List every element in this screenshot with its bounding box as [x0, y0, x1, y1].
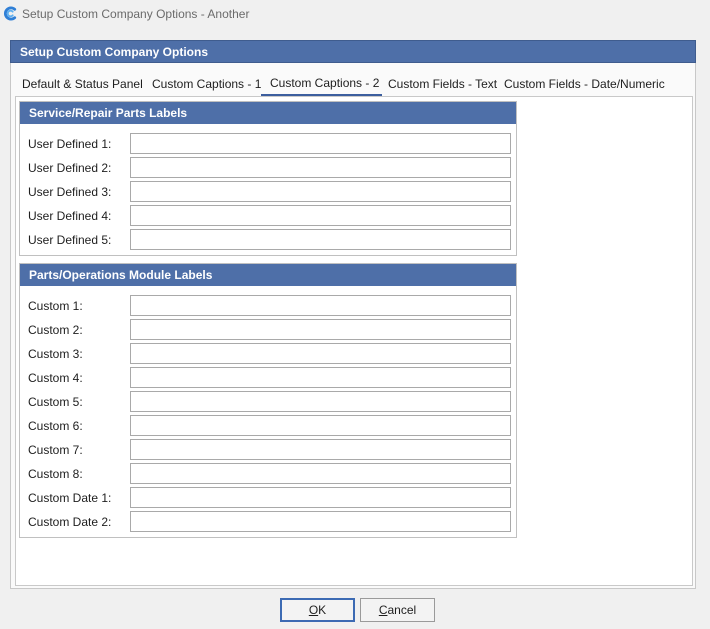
custom-date-1-input[interactable]	[130, 487, 511, 508]
ok-button-mnemonic: O	[308, 603, 319, 617]
field-row: Custom 2:	[20, 319, 516, 343]
user-defined-3-label: User Defined 3:	[28, 185, 112, 199]
custom-8-label: Custom 8:	[28, 467, 83, 481]
user-defined-3-input[interactable]	[130, 181, 511, 202]
field-row: Custom Date 1:	[20, 487, 516, 511]
custom-3-input[interactable]	[130, 343, 511, 364]
tab-custom-fields-text[interactable]: Custom Fields - Text	[388, 77, 497, 91]
tab-custom-captions-2[interactable]: Custom Captions - 2	[270, 76, 379, 90]
field-row: Custom 4:	[20, 367, 516, 391]
user-defined-4-label: User Defined 4:	[28, 209, 112, 223]
custom-5-label: Custom 5:	[28, 395, 83, 409]
field-row: Custom 7:	[20, 439, 516, 463]
window-title: Setup Custom Company Options - Another	[22, 7, 250, 21]
cancel-button-mnemonic: C	[378, 603, 388, 617]
parts-operations-group: Parts/Operations Module Labels Custom 1:…	[19, 263, 517, 538]
service-repair-parts-title: Service/Repair Parts Labels	[29, 106, 188, 120]
user-defined-5-label: User Defined 5:	[28, 233, 112, 247]
custom-6-input[interactable]	[130, 415, 511, 436]
user-defined-5-input[interactable]	[130, 229, 511, 250]
custom-5-input[interactable]	[130, 391, 511, 412]
user-defined-4-input[interactable]	[130, 205, 511, 226]
user-defined-1-input[interactable]	[130, 133, 511, 154]
dialog-header-title: Setup Custom Company Options	[20, 44, 209, 59]
field-row: User Defined 5:	[20, 229, 516, 253]
field-row: User Defined 2:	[20, 157, 516, 181]
field-row: Custom 3:	[20, 343, 516, 367]
custom-4-input[interactable]	[130, 367, 511, 388]
parts-operations-header: Parts/Operations Module Labels	[20, 264, 516, 286]
field-row: Custom 5:	[20, 391, 516, 415]
ok-button-label: K	[318, 603, 327, 617]
cancel-button-label: ancel	[387, 603, 417, 617]
custom-6-label: Custom 6:	[28, 419, 83, 433]
tab-custom-captions-1[interactable]: Custom Captions - 1	[152, 77, 261, 91]
custom-date-1-label: Custom Date 1:	[28, 491, 112, 505]
window-titlebar: Setup Custom Company Options - Another	[0, 0, 710, 28]
custom-2-input[interactable]	[130, 319, 511, 340]
custom-1-input[interactable]	[130, 295, 511, 316]
cancel-button[interactable]: Cancel	[360, 598, 435, 622]
field-row: Custom 8:	[20, 463, 516, 487]
custom-7-label: Custom 7:	[28, 443, 83, 457]
tab-custom-fields-date-numeric[interactable]: Custom Fields - Date/Numeric	[504, 77, 665, 91]
custom-8-input[interactable]	[130, 463, 511, 484]
service-repair-parts-header: Service/Repair Parts Labels	[20, 102, 516, 124]
tab-default-status-panel[interactable]: Default & Status Panel	[22, 77, 143, 91]
app-logo-icon	[3, 6, 17, 21]
field-row: Custom 6:	[20, 415, 516, 439]
user-defined-1-label: User Defined 1:	[28, 137, 112, 151]
service-repair-parts-group: Service/Repair Parts Labels User Defined…	[19, 101, 517, 256]
field-row: User Defined 3:	[20, 181, 516, 205]
user-defined-2-input[interactable]	[130, 157, 511, 178]
custom-7-input[interactable]	[130, 439, 511, 460]
custom-4-label: Custom 4:	[28, 371, 83, 385]
custom-3-label: Custom 3:	[28, 347, 83, 361]
ok-button[interactable]: OK	[280, 598, 355, 622]
field-row: Custom Date 2:	[20, 511, 516, 535]
custom-date-2-input[interactable]	[130, 511, 511, 532]
field-row: User Defined 4:	[20, 205, 516, 229]
field-row: User Defined 1:	[20, 133, 516, 157]
custom-1-label: Custom 1:	[28, 299, 83, 313]
field-row: Custom 1:	[20, 295, 516, 319]
user-defined-2-label: User Defined 2:	[28, 161, 112, 175]
parts-operations-title: Parts/Operations Module Labels	[29, 268, 213, 282]
custom-date-2-label: Custom Date 2:	[28, 515, 112, 529]
custom-2-label: Custom 2:	[28, 323, 83, 337]
dialog-header: Setup Custom Company Options	[10, 40, 696, 63]
